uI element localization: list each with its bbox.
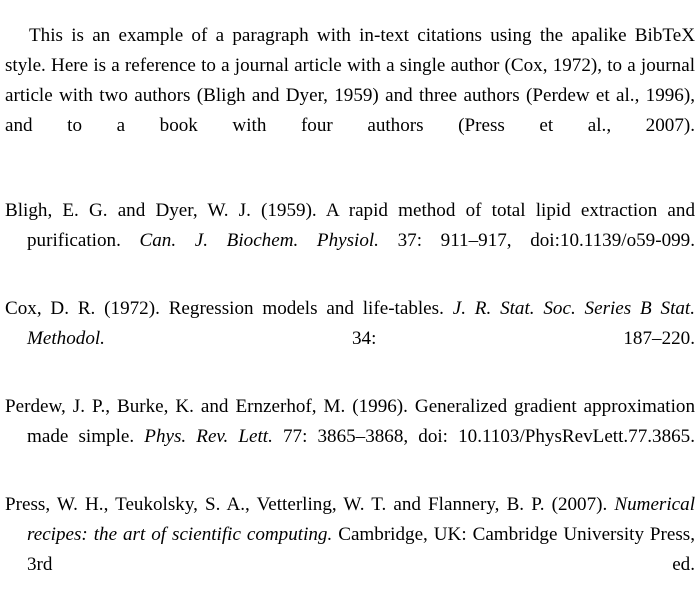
bibliography-list: Bligh, E. G. and Dyer, W. J. (1959). A r… xyxy=(5,196,695,610)
entry-journal: Can. J. Biochem. Physiol. xyxy=(139,230,379,251)
entry-details: 37: 911–917, doi:10.1139/o59-099. xyxy=(397,230,695,251)
entry-details: 34: 187–220. xyxy=(351,328,695,349)
bibliography-entry: Perdew, J. P., Burke, K. and Ernzerhof, … xyxy=(5,392,695,482)
entry-authors-year: Perdew, J. P., Burke, K. and Ernzerhof, … xyxy=(5,396,408,417)
entry-journal: Phys. Rev. Lett. xyxy=(144,426,273,447)
bibliography-entry: Cox, D. R. (1972). Regression models and… xyxy=(5,294,695,384)
entry-title: Regression models and life-tables. xyxy=(168,298,444,319)
entry-authors-year: Cox, D. R. (1972). xyxy=(5,298,160,319)
entry-details: 77: 3865–3868, doi: 10.1103/PhysRevLett.… xyxy=(282,426,696,447)
entry-authors-year: Press, W. H., Teukolsky, S. A., Vetterli… xyxy=(5,494,608,515)
bibliography-entry: Bligh, E. G. and Dyer, W. J. (1959). A r… xyxy=(5,196,695,286)
entry-authors-year: Bligh, E. G. and Dyer, W. J. (1959). xyxy=(5,200,317,221)
bibliography-entry: Press, W. H., Teukolsky, S. A., Vetterli… xyxy=(5,490,695,610)
document-page: This is an example of a paragraph with i… xyxy=(0,0,700,575)
body-paragraph: This is an example of a paragraph with i… xyxy=(5,25,695,137)
